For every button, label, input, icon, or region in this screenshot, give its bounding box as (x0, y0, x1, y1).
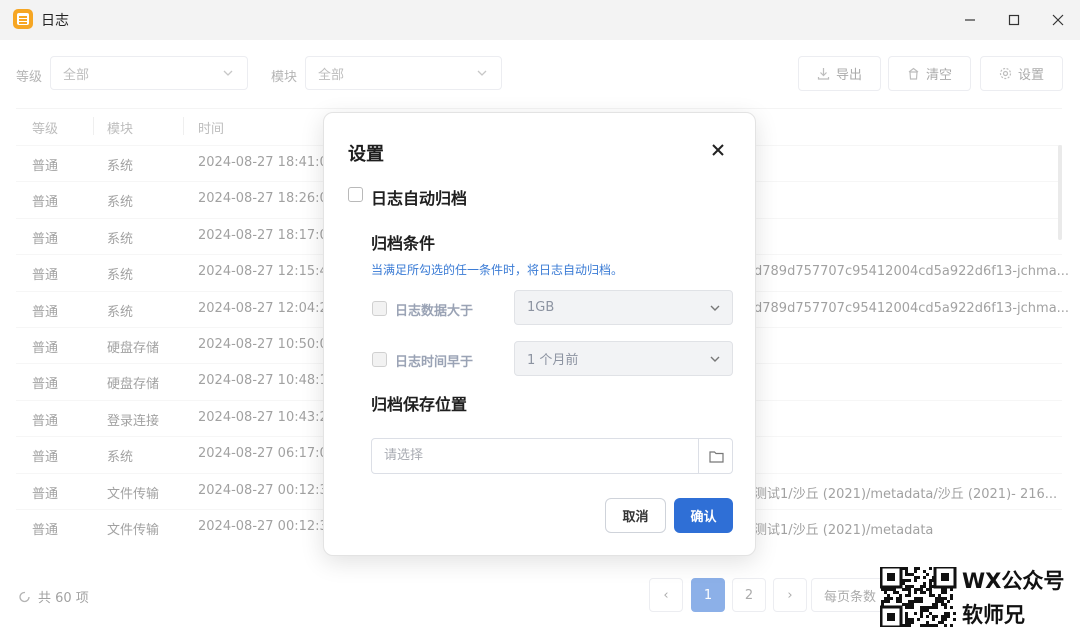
age-condition-label: 日志时间早于 (395, 355, 474, 370)
window-title: 日志 (41, 13, 69, 29)
chevron-down-icon (710, 356, 720, 362)
browse-folder-button[interactable] (699, 439, 733, 473)
maximize-button[interactable] (991, 0, 1037, 40)
minimize-icon (965, 19, 975, 21)
chevron-down-icon (710, 305, 720, 311)
title-bar: 日志 (0, 0, 1080, 40)
size-condition-label: 日志数据大于 (395, 304, 474, 319)
size-condition-checkbox[interactable] (372, 301, 387, 316)
watermark-line-1: WX公众号 (962, 569, 1065, 593)
archive-location-input[interactable] (384, 448, 684, 463)
age-threshold-select[interactable]: 1 个月前 (514, 341, 733, 376)
close-window-button[interactable] (1035, 0, 1080, 40)
size-threshold-select[interactable]: 1GB (514, 290, 733, 325)
minimize-button[interactable] (947, 0, 993, 40)
age-threshold-value: 1 个月前 (527, 353, 579, 368)
dialog-title: 设置 (348, 144, 384, 165)
close-dialog-icon[interactable] (708, 140, 728, 160)
archive-location-field (371, 438, 733, 474)
qr-code-image (880, 567, 957, 627)
folder-icon (708, 450, 724, 463)
auto-archive-label: 日志自动归档 (371, 189, 468, 208)
log-app-icon (13, 9, 33, 29)
archive-conditions-hint: 当满足所勾选的任一条件时，将日志自动归档。 (371, 263, 624, 277)
watermark-line-2: 软师兄 (962, 603, 1025, 627)
age-condition-checkbox[interactable] (372, 352, 387, 367)
cancel-button[interactable]: 取消 (605, 498, 666, 533)
archive-conditions-title: 归档条件 (371, 234, 436, 253)
archive-location-title: 归档保存位置 (371, 395, 468, 414)
maximize-icon (1008, 14, 1020, 26)
size-threshold-value: 1GB (527, 300, 555, 315)
close-icon (1052, 14, 1064, 26)
confirm-button[interactable]: 确认 (674, 498, 733, 533)
auto-archive-checkbox[interactable] (348, 187, 363, 202)
settings-dialog: 设置 日志自动归档 归档条件 当满足所勾选的任一条件时，将日志自动归档。 日志数… (323, 112, 756, 556)
